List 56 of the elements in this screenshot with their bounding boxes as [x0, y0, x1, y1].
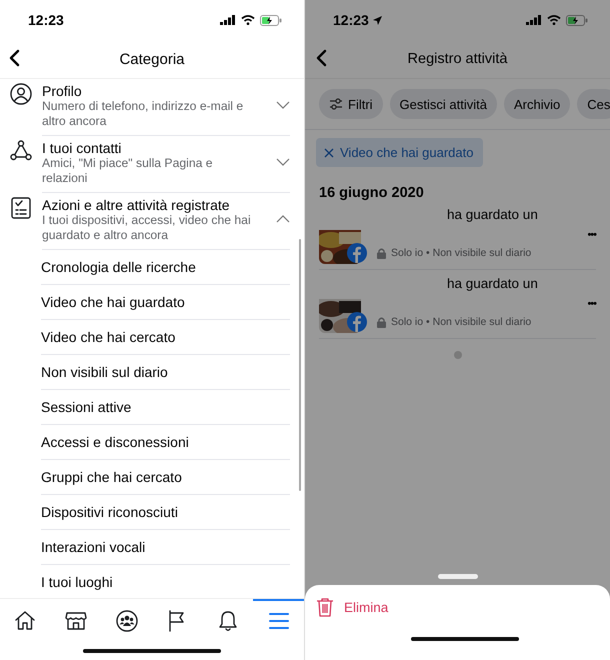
- back-icon: [315, 49, 329, 67]
- privacy-label: Solo io • Non visibile sul diario: [391, 316, 532, 328]
- category-item[interactable]: Video che hai guardato: [41, 285, 290, 320]
- loading-indicator: [454, 351, 462, 359]
- category-item[interactable]: Gruppi che hai cercato: [41, 460, 290, 495]
- sliders-icon: [329, 98, 343, 110]
- page-title: Registro attività: [408, 51, 508, 67]
- category-item[interactable]: Cronologia delle ricerche: [41, 250, 290, 285]
- section-title[interactable]: Profilo: [42, 83, 256, 99]
- section-title[interactable]: I tuoi contatti: [42, 140, 256, 156]
- section-subtitle: I tuoi dispositivi, accessi, video che hai guardato e altro ancora: [42, 213, 252, 243]
- privacy-label: Solo io • Non visibile sul diario: [391, 247, 532, 259]
- wifi-icon: [547, 15, 561, 25]
- category-item[interactable]: I tuoi luoghi: [41, 565, 290, 598]
- section-subtitle: Numero di telefono, indirizzo e-mail e altro ancora: [42, 99, 244, 129]
- more-button[interactable]: •••: [587, 229, 596, 241]
- back-button[interactable]: [315, 49, 329, 67]
- more-button[interactable]: •••: [587, 298, 596, 310]
- category-item[interactable]: Sessioni attive: [41, 390, 290, 425]
- lock-icon: [377, 316, 386, 328]
- chip[interactable]: Archivio: [504, 89, 570, 119]
- badge-icon: [347, 312, 367, 332]
- groups-icon: [114, 608, 139, 632]
- status-time: 12:23: [28, 12, 64, 28]
- status-time: 12:23: [333, 12, 369, 28]
- home-icon: [13, 608, 38, 632]
- category-item[interactable]: Accessi e disconessioni: [41, 425, 290, 460]
- sheet-handle[interactable]: [438, 574, 478, 579]
- back-icon: [8, 49, 22, 67]
- section-subtitle: Amici, "Mi piace" sulla Pagina e relazioni: [42, 156, 214, 186]
- lock-icon: [377, 248, 386, 258]
- wifi-icon: [241, 15, 255, 25]
- signal-icon: [220, 15, 236, 25]
- category-item[interactable]: Video che hai cercato: [41, 320, 290, 355]
- filter-chip[interactable]: Filtri: [319, 89, 383, 119]
- actions-icon: [10, 197, 32, 219]
- contacts-icon: [10, 140, 32, 162]
- trash-icon: [316, 597, 334, 617]
- section-title[interactable]: Azioni e altre attività registrate: [42, 197, 256, 213]
- battery-icon: [566, 14, 588, 26]
- battery-icon: [260, 14, 282, 26]
- activity-text: ha guardato un: [447, 207, 538, 222]
- chip[interactable]: Ces: [577, 89, 610, 119]
- close-icon: [324, 148, 334, 158]
- badge-icon: [347, 243, 367, 263]
- category-item[interactable]: Interazioni vocali: [41, 530, 290, 565]
- category-item[interactable]: Non visibili sul diario: [41, 355, 290, 390]
- date-heading: 16 giugno 2020: [319, 185, 425, 201]
- page-title: Categoria: [119, 50, 185, 68]
- back-button[interactable]: [8, 49, 22, 67]
- signal-icon: [526, 15, 542, 25]
- location-arrow-icon: [372, 16, 382, 24]
- activity-text: ha guardato un: [447, 276, 538, 291]
- category-item[interactable]: Dispositivi riconosciuti: [41, 495, 290, 530]
- profile-icon: [10, 83, 32, 105]
- chip[interactable]: Gestisci attività: [390, 89, 497, 119]
